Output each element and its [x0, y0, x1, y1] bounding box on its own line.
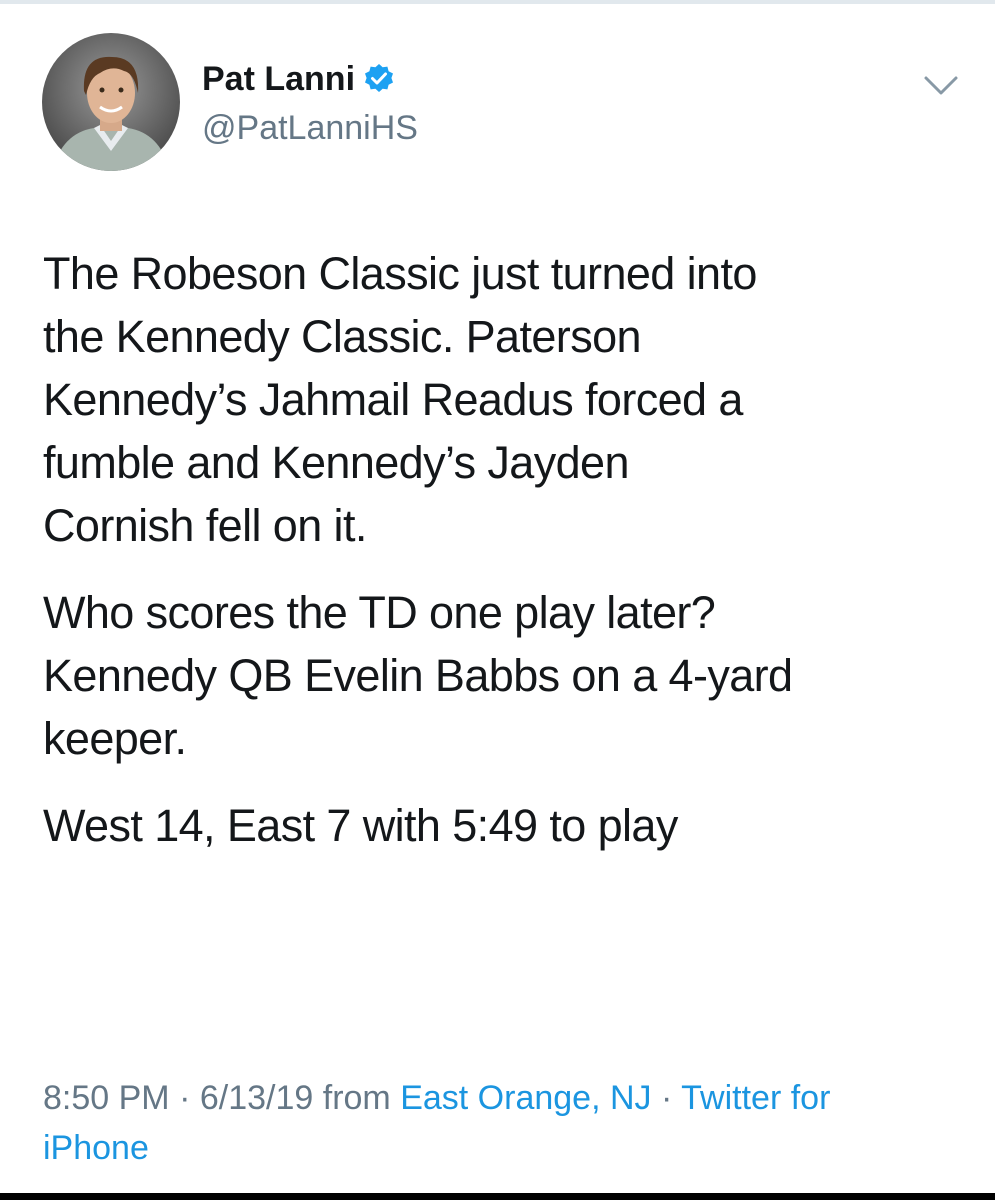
avatar[interactable]	[42, 33, 180, 171]
avatar-photo	[42, 33, 180, 171]
location-link[interactable]: East Orange, NJ	[400, 1079, 651, 1117]
display-name: Pat Lanni	[202, 60, 356, 98]
meta-separator: ·	[651, 1079, 682, 1117]
from-label: from	[313, 1079, 401, 1117]
tweet-time[interactable]: 8:50 PM	[43, 1079, 170, 1117]
tweet-meta: 8:50 PM · 6/13/19 from East Orange, NJ ·…	[43, 1073, 943, 1173]
user-name-row[interactable]: Pat Lanni	[202, 58, 395, 100]
tweet-paragraph: West 14, East 7 with 5:49 to play	[43, 800, 678, 851]
meta-separator: ·	[169, 1079, 200, 1117]
verified-badge-icon	[363, 63, 395, 95]
bottom-bar	[0, 1193, 995, 1200]
user-handle[interactable]: @PatLanniHS	[202, 107, 418, 149]
tweet-text: The Robeson Classic just turned into the…	[43, 242, 943, 881]
chevron-down-icon[interactable]	[922, 73, 960, 99]
tweet-date[interactable]: 6/13/19	[200, 1079, 313, 1117]
top-divider	[0, 0, 995, 4]
tweet-paragraph: Who scores the TD one play later? Kenned…	[43, 587, 793, 764]
tweet-paragraph: The Robeson Classic just turned into the…	[43, 248, 757, 551]
